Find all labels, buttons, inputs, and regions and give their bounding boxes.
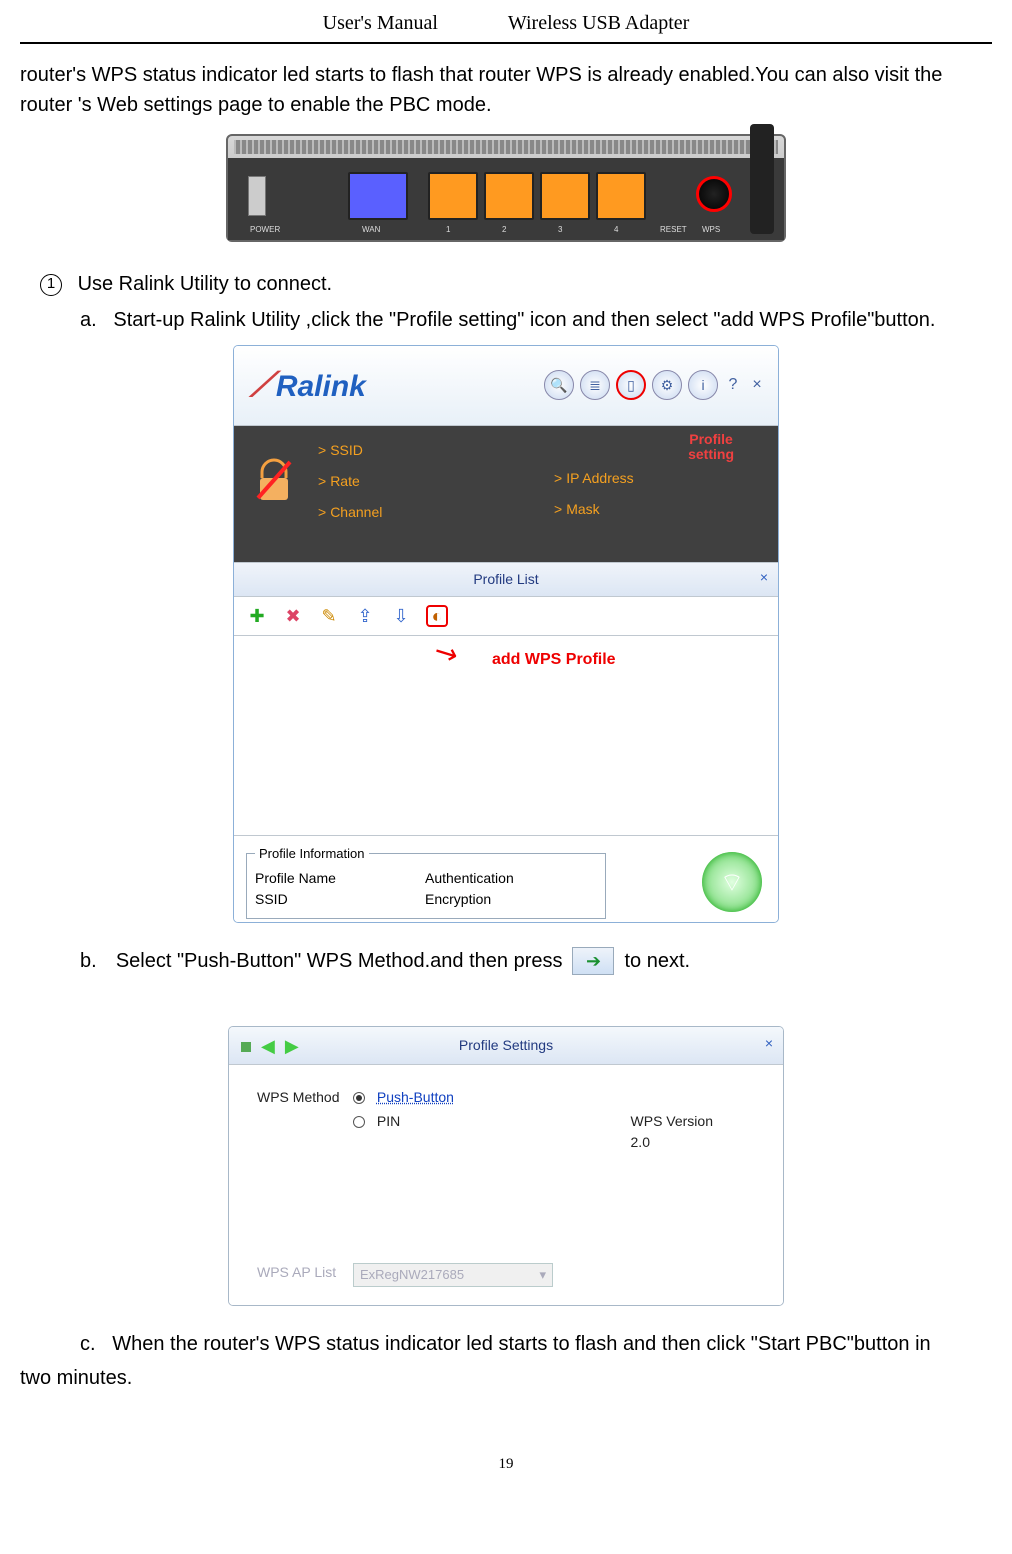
step-1-number: 1 [40, 274, 62, 296]
pin-label: PIN [377, 1113, 400, 1129]
profile-ssid-label: SSID [255, 889, 425, 910]
radio-push-button[interactable] [353, 1092, 365, 1104]
step-1b-prefix: b. [80, 946, 97, 976]
router-label-1: 1 [446, 224, 450, 236]
annotation-profile-setting: Profile setting [688, 432, 734, 463]
info-icon[interactable]: i [688, 370, 718, 400]
header-right: Wireless USB Adapter [508, 12, 689, 34]
chevron-down-icon: ▾ [539, 1265, 546, 1285]
profile-list-title: Profile List [473, 571, 538, 587]
step-1c-continuation: two minutes. [20, 1363, 992, 1393]
step-1c-text: When the router's WPS status indicator l… [112, 1333, 930, 1355]
search-icon[interactable]: 🔍 [544, 370, 574, 400]
router-label-3: 3 [558, 224, 562, 236]
step-1b-text-1: Select "Push-Button" WPS Method.and then… [116, 946, 563, 976]
export-profile-icon[interactable]: ⇪ [354, 605, 376, 627]
add-wps-profile-icon[interactable]: ◐ [426, 605, 448, 627]
step-1a: a. Start-up Ralink Utility ,click the "P… [80, 305, 992, 335]
wps-method-push-button-option[interactable]: Push-Button [353, 1087, 454, 1108]
step-1b-text-2: to next. [624, 946, 690, 976]
ralink-main-window: ⟋Ralink 🔍 ≣ ▯ ⚙ i ? × >SSID >Rate [233, 345, 779, 923]
annotation-arrow: ↘ [426, 629, 466, 677]
profile-toolbar: ✚ ✖ ✎ ⇪ ⇩ ◐ [234, 597, 778, 636]
import-profile-icon[interactable]: ⇩ [390, 605, 412, 627]
step-1c: c. When the router's WPS status indicato… [80, 1329, 992, 1359]
nav-forward-icon[interactable]: ▶ [285, 1033, 299, 1060]
router-label-2: 2 [502, 224, 506, 236]
step-1a-prefix: a. [80, 309, 97, 331]
add-profile-icon[interactable]: ✚ [246, 605, 268, 627]
annotation-add-wps: add WPS Profile [492, 648, 616, 672]
ip-label: IP Address [566, 470, 633, 486]
list-icon[interactable]: ≣ [580, 370, 610, 400]
step-1: 1 Use Ralink Utility to connect. [40, 269, 992, 299]
ssid-label: SSID [330, 442, 363, 458]
delete-profile-icon[interactable]: ✖ [282, 605, 304, 627]
wps-version-value: 2.0 [631, 1132, 713, 1153]
header-left: User's Manual [323, 12, 438, 34]
wps-ap-list-select[interactable]: ExRegNW217685 ▾ [353, 1263, 553, 1287]
profile-list-close-icon[interactable]: × [760, 567, 768, 588]
wps-version: WPS Version 2.0 [631, 1111, 713, 1153]
router-label-wps: WPS [702, 224, 720, 236]
authentication-label: Authentication [425, 868, 514, 889]
channel-label: Channel [330, 504, 382, 520]
wps-ap-list-label: WPS AP List [257, 1262, 336, 1283]
profile-name-label: Profile Name [255, 868, 425, 889]
page-number: 19 [20, 1453, 992, 1476]
profile-settings-dialog: ◀ ▶ Profile Settings × WPS Method Push-B… [228, 1026, 784, 1306]
next-arrow-icon[interactable]: ➔ [572, 947, 614, 975]
intro-paragraph: router's WPS status indicator led starts… [20, 60, 992, 120]
edit-profile-icon[interactable]: ✎ [318, 605, 340, 627]
close-icon[interactable]: × [748, 376, 766, 394]
profile-settings-title: Profile Settings [459, 1037, 553, 1053]
router-wps-button [696, 176, 732, 212]
router-label-4: 4 [614, 224, 618, 236]
step-1-text: Use Ralink Utility to connect. [78, 273, 333, 295]
ralink-logo: ⟋Ralink [250, 360, 366, 411]
wps-method-label: WPS Method [257, 1087, 339, 1108]
nav-back-icon[interactable]: ◀ [261, 1033, 275, 1060]
profile-list-header: Profile List × [234, 562, 778, 597]
router-image: POWER WAN 1 2 3 4 RESET WPS [226, 134, 786, 242]
step-1c-prefix: c. [80, 1333, 96, 1355]
router-label-wan: WAN [362, 224, 380, 236]
step-1a-text: Start-up Ralink Utility ,click the "Prof… [113, 309, 935, 331]
wifi-status-icon: ⌔ [702, 852, 762, 912]
step-1b: b. Select "Push-Button" WPS Method.and t… [80, 946, 992, 976]
page-header: User's Manual Wireless USB Adapter [20, 0, 992, 42]
profile-info-legend: Profile Information [255, 844, 369, 864]
push-button-label: Push-Button [377, 1089, 454, 1105]
profile-setting-icon[interactable]: ▯ [616, 370, 646, 400]
header-divider [20, 42, 992, 44]
mask-label: Mask [566, 501, 599, 517]
profile-settings-close-icon[interactable]: × [765, 1033, 773, 1054]
wps-ap-list-value: ExRegNW217685 [360, 1265, 464, 1285]
profile-information-group: Profile Information Profile Name Authent… [246, 844, 606, 919]
help-icon[interactable]: ? [724, 376, 742, 394]
router-label-reset: RESET [660, 224, 687, 236]
gear-icon[interactable]: ⚙ [652, 370, 682, 400]
nav-home-icon[interactable] [241, 1042, 251, 1052]
rate-label: Rate [330, 473, 360, 489]
encryption-label: Encryption [425, 889, 491, 910]
wps-method-pin-option[interactable]: PIN [353, 1111, 400, 1132]
wps-version-label: WPS Version [631, 1111, 713, 1132]
router-label-power: POWER [250, 224, 280, 236]
radio-pin[interactable] [353, 1116, 365, 1128]
lock-icon [254, 458, 294, 504]
